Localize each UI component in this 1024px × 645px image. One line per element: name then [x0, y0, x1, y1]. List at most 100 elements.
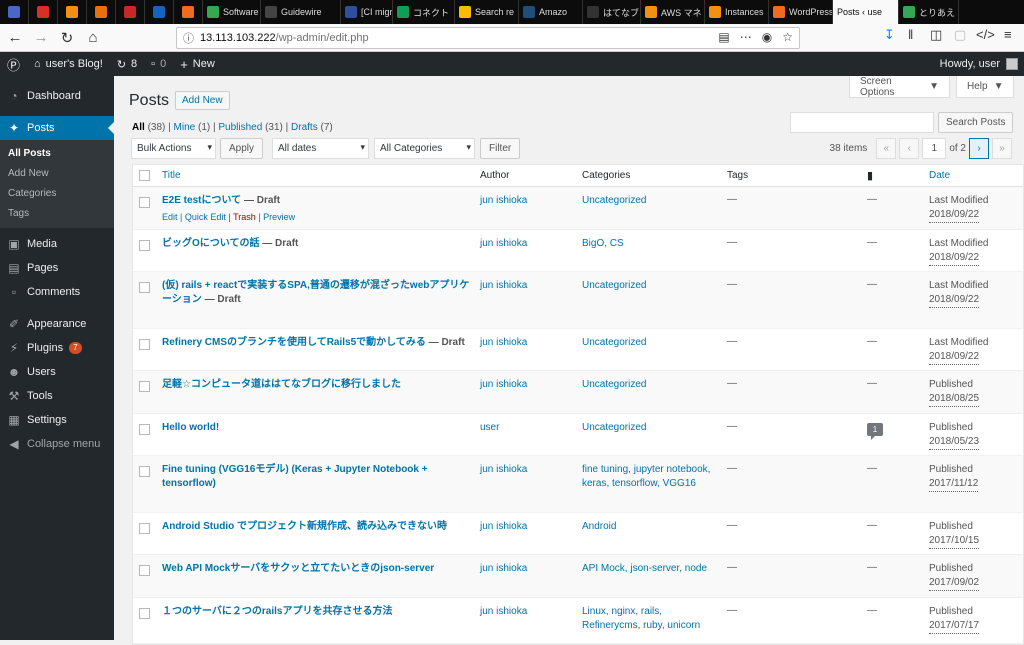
row-checkbox[interactable]: [139, 240, 150, 251]
post-categories[interactable]: BigO, CS: [582, 237, 722, 251]
browser-tab[interactable]: [CI migrati: [341, 0, 393, 24]
categories-select[interactable]: All Categories ▾: [374, 138, 475, 159]
search-posts-button[interactable]: Search Posts: [938, 112, 1014, 133]
post-title-link[interactable]: Android Studio でプロジェクト新規作成、読み込みできない時: [162, 521, 447, 532]
browser-tab[interactable]: Instances: [705, 0, 769, 24]
browser-tab[interactable]: Software: [203, 0, 261, 24]
post-title-link[interactable]: Fine tuning (VGG16モデル) (Keras + Jupyter …: [162, 464, 428, 489]
site-name-link[interactable]: ⌂ user's Blog!: [27, 52, 110, 76]
post-author[interactable]: jun ishioka: [480, 336, 527, 350]
post-categories[interactable]: Android: [582, 520, 722, 534]
devtools-icon[interactable]: </>: [976, 27, 995, 42]
post-author[interactable]: jun ishioka: [480, 605, 527, 619]
post-title-link[interactable]: ビッグOについての話 — Draft: [162, 238, 298, 249]
post-title-link[interactable]: Hello world!: [162, 422, 219, 433]
sidebar-item-posts[interactable]: ✦ Posts: [0, 116, 114, 140]
url-bar[interactable]: ⓘ 13.113.103.222/wp-admin/edit.php ▤ ⋯ ◉…: [176, 27, 800, 49]
post-author[interactable]: jun ishioka: [480, 279, 527, 293]
browser-tab[interactable]: [58, 0, 87, 24]
submenu-tags[interactable]: Tags: [0, 204, 114, 224]
filter-mine[interactable]: Mine: [174, 122, 196, 133]
new-content-link[interactable]: + New: [173, 52, 222, 76]
row-checkbox[interactable]: [139, 466, 150, 477]
sidebar-item-appearance[interactable]: ✐ Appearance: [0, 312, 114, 336]
screen-options-button[interactable]: Screen Options ▼: [849, 76, 950, 98]
collapse-menu-button[interactable]: ◀ Collapse menu: [0, 432, 114, 456]
post-author[interactable]: jun ishioka: [480, 237, 527, 251]
next-page-button[interactable]: ›: [969, 138, 989, 159]
post-author[interactable]: jun ishioka: [480, 194, 527, 208]
browser-tab[interactable]: [0, 0, 29, 24]
browser-tab[interactable]: コネクト: [393, 0, 455, 24]
edit-link[interactable]: Edit: [162, 212, 178, 222]
comments-link[interactable]: ▫ 0: [144, 52, 173, 76]
sidebar-item-plugins[interactable]: ⚡ Plugins 7: [0, 336, 114, 360]
browser-tab[interactable]: [145, 0, 174, 24]
post-categories[interactable]: API Mock, json-server, node: [582, 562, 722, 576]
row-checkbox[interactable]: [139, 381, 150, 392]
sidebar-item-users[interactable]: ☻ Users: [0, 360, 114, 384]
row-checkbox[interactable]: [139, 424, 150, 435]
help-button[interactable]: Help ▼: [956, 76, 1014, 98]
sidebar-icon[interactable]: ◫: [930, 27, 942, 43]
submenu-categories[interactable]: Categories: [0, 184, 114, 204]
last-page-button[interactable]: »: [992, 138, 1012, 159]
filter-published[interactable]: Published: [218, 122, 262, 133]
bookmark-star-icon[interactable]: ☆: [782, 30, 793, 44]
post-title-link[interactable]: (仮) rails + reactで実装するSPA,普通の遷移が混ざったwebア…: [162, 280, 469, 305]
current-page-input[interactable]: 1: [922, 138, 947, 159]
row-checkbox[interactable]: [139, 282, 150, 293]
post-categories[interactable]: fine tuning, jupyter notebook, keras, te…: [582, 463, 722, 491]
reload-icon[interactable]: ↻: [56, 27, 78, 49]
submenu-add-new[interactable]: Add New: [0, 164, 114, 184]
post-title-link[interactable]: Refinery CMSのブランチを使用してRails5で動かしてみる — Dr…: [162, 337, 465, 348]
submenu-all-posts[interactable]: All Posts: [0, 144, 114, 164]
filter-button[interactable]: Filter: [480, 138, 521, 159]
apply-button[interactable]: Apply: [220, 138, 264, 159]
sidebar-item-media[interactable]: ▣ Media: [0, 232, 114, 256]
download-icon[interactable]: ↧: [884, 27, 895, 43]
trash-link[interactable]: Trash: [233, 212, 256, 222]
home-icon[interactable]: ⌂: [82, 27, 104, 49]
extension-icon[interactable]: ▢: [954, 27, 966, 43]
search-input[interactable]: [790, 112, 934, 133]
post-categories[interactable]: Uncategorized: [582, 279, 722, 293]
post-author[interactable]: jun ishioka: [480, 562, 527, 576]
preview-link[interactable]: Preview: [263, 212, 295, 222]
sidebar-item-settings[interactable]: ▦ Settings: [0, 408, 114, 432]
quick-edit-link[interactable]: Quick Edit: [185, 212, 226, 222]
post-title-link[interactable]: １つのサーバに２つのrailsアプリを共存させる方法: [162, 606, 392, 617]
browser-tab[interactable]: Amazo: [519, 0, 583, 24]
post-author[interactable]: jun ishioka: [480, 463, 527, 477]
browser-tab[interactable]: [174, 0, 203, 24]
library-icon[interactable]: ‖: [908, 27, 913, 42]
sidebar-item-dashboard[interactable]: ◔ Dashboard: [0, 84, 114, 108]
post-author[interactable]: user: [480, 421, 499, 435]
dates-select[interactable]: All dates ▾: [272, 138, 369, 159]
sidebar-item-comments[interactable]: ▫ Comments: [0, 280, 114, 304]
wordpress-logo-icon[interactable]: Ⓟ: [0, 52, 27, 76]
column-date[interactable]: Date: [929, 169, 950, 183]
my-account-link[interactable]: Howdy, user: [940, 52, 1018, 76]
select-all-checkbox[interactable]: [139, 170, 150, 181]
row-checkbox[interactable]: [139, 523, 150, 534]
pocket-icon[interactable]: ◉: [762, 30, 772, 44]
info-icon[interactable]: ⓘ: [183, 30, 194, 46]
post-categories[interactable]: Uncategorized: [582, 194, 722, 208]
row-checkbox[interactable]: [139, 339, 150, 350]
bulk-actions-select[interactable]: Bulk Actions ▾: [131, 138, 216, 159]
back-icon[interactable]: ←: [4, 27, 26, 49]
updates-link[interactable]: ↻ 8: [110, 52, 144, 76]
menu-icon[interactable]: ≡: [1004, 27, 1012, 42]
post-categories[interactable]: Uncategorized: [582, 421, 722, 435]
post-categories[interactable]: Uncategorized: [582, 336, 722, 350]
column-title[interactable]: Title: [162, 169, 470, 183]
row-checkbox[interactable]: [139, 608, 150, 619]
browser-tab[interactable]: はてなブ: [583, 0, 641, 24]
post-author[interactable]: jun ishioka: [480, 520, 527, 534]
forward-icon[interactable]: →: [30, 27, 52, 49]
comments-column-icon[interactable]: ▮: [867, 169, 873, 182]
post-categories[interactable]: Linux, nginx, rails, Refinerycms, ruby, …: [582, 605, 722, 633]
post-title-link[interactable]: 足軽☆コンピュータ道ははてなブログに移行しました: [162, 379, 401, 390]
row-checkbox[interactable]: [139, 565, 150, 576]
